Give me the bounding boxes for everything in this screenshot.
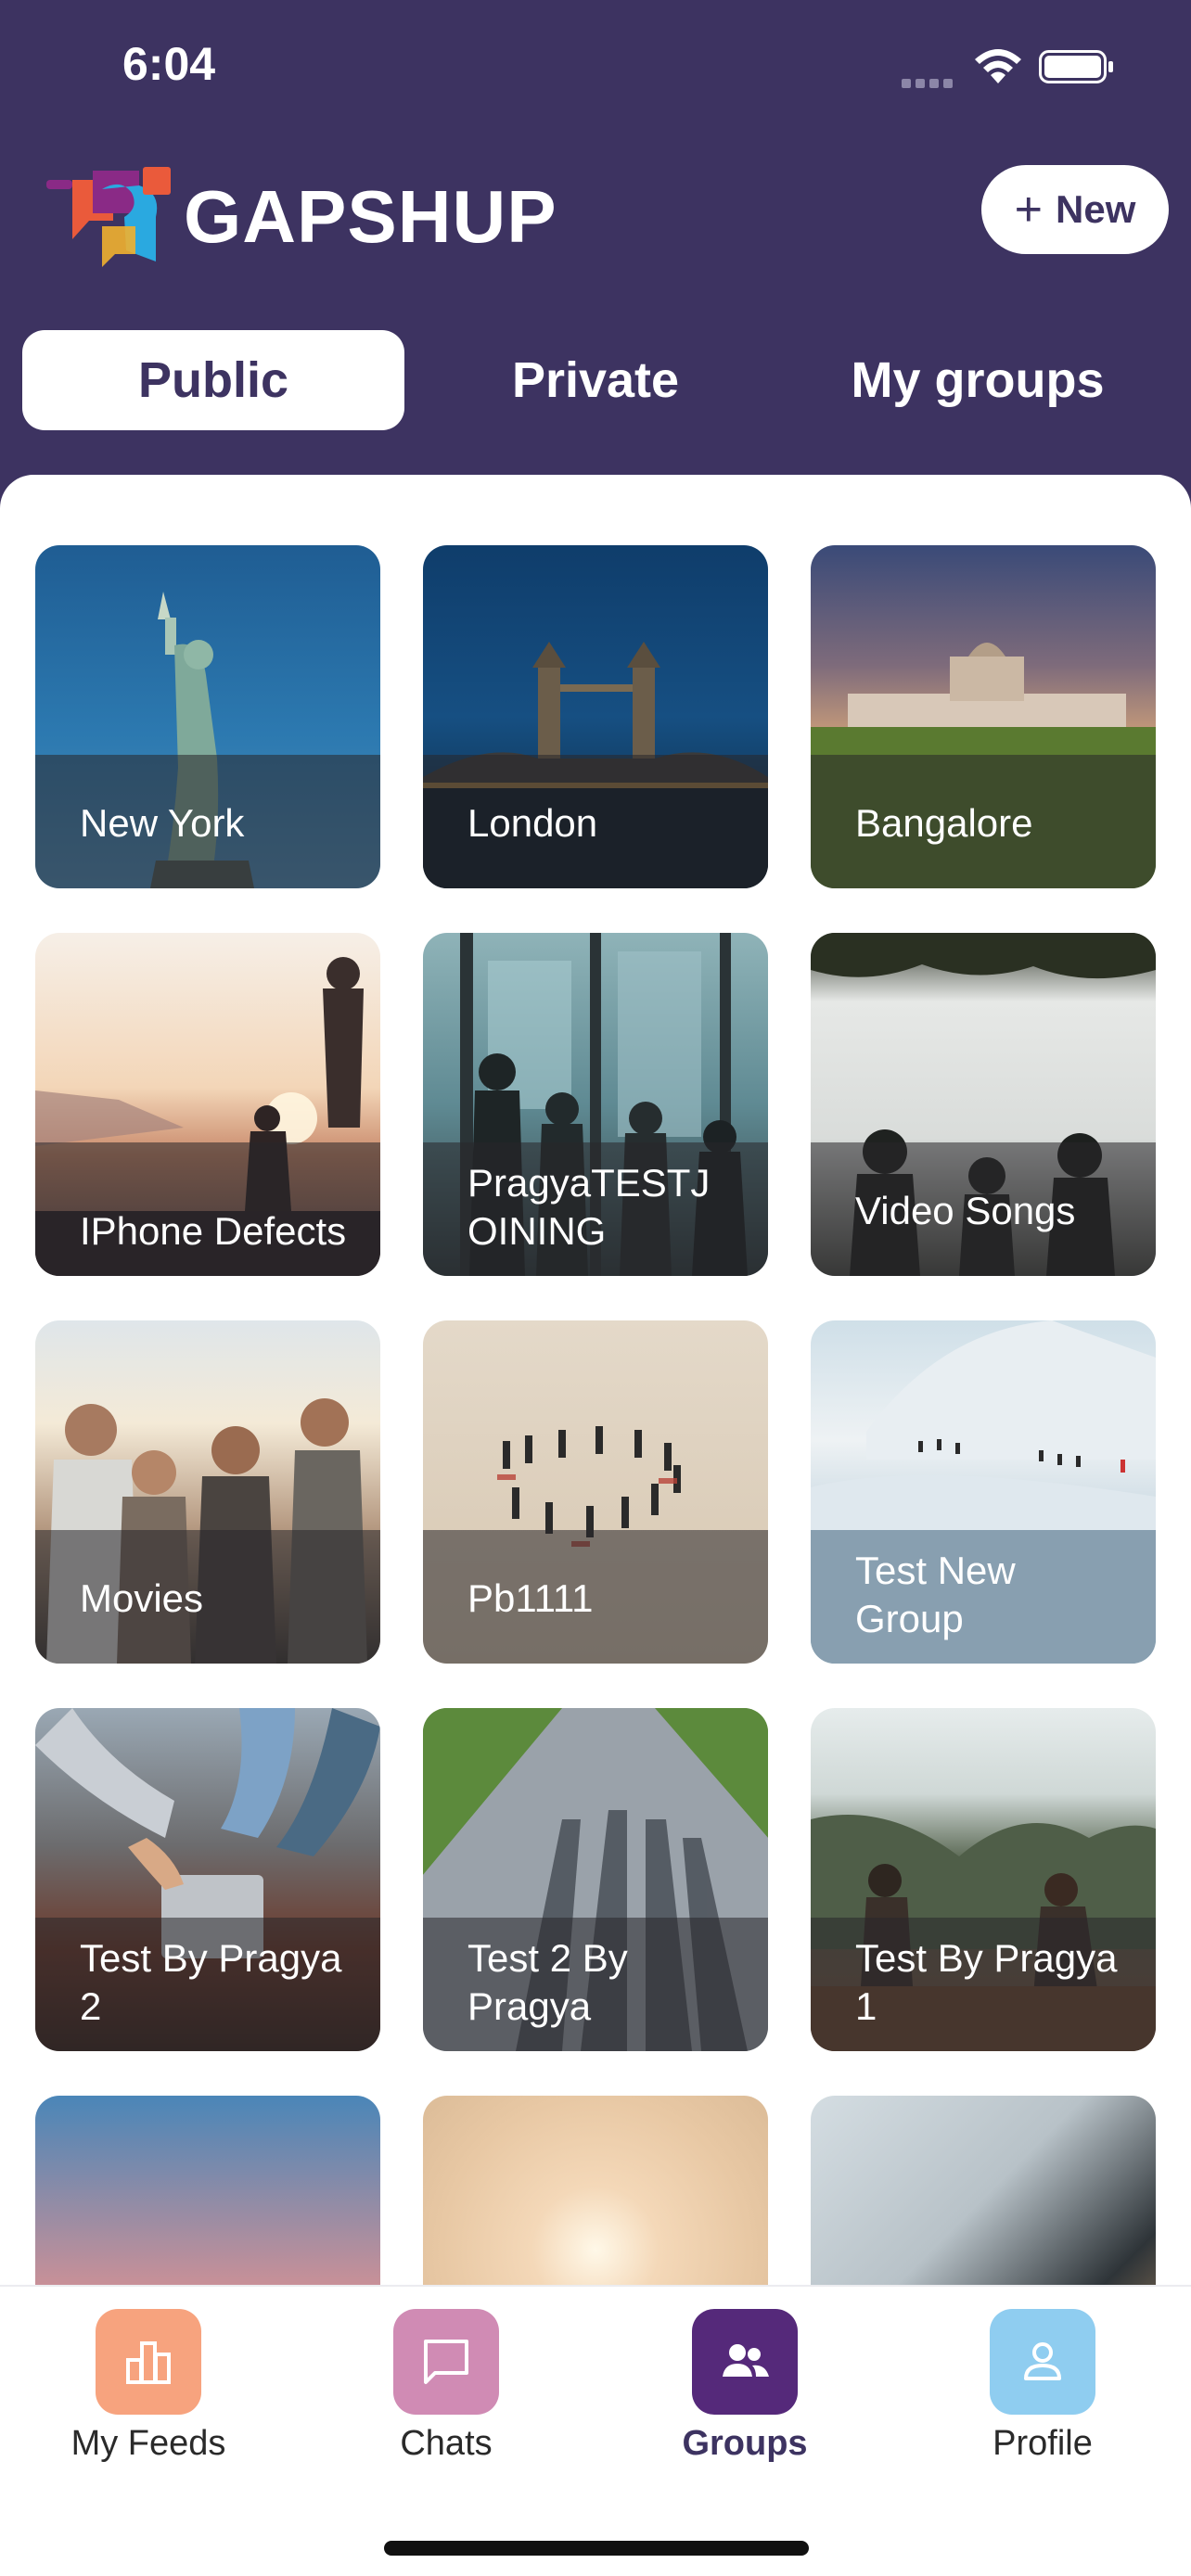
group-tile-test-new-group[interactable]: Test New Group (811, 1320, 1156, 1664)
group-tile-bangalore[interactable]: Bangalore (811, 545, 1156, 888)
group-tabs: Public Private My groups (0, 330, 1191, 432)
plus-icon: + (1014, 183, 1043, 236)
tab-my-groups[interactable]: My groups (787, 330, 1169, 430)
group-name: Bangalore (855, 801, 1033, 845)
nav-label: My Feeds (70, 2424, 226, 2463)
group-name: Video Songs (855, 1189, 1076, 1232)
group-tile-test-by-pragya-2[interactable]: Test By Pragya 2 (35, 1708, 380, 2051)
chat-bubble-icon (424, 2340, 468, 2384)
nav-groups[interactable]: Groups (652, 2309, 838, 2464)
new-group-button[interactable]: + New (981, 165, 1169, 254)
wifi-icon (975, 49, 1021, 83)
nav-label: Groups (682, 2424, 808, 2463)
person-icon (1024, 2342, 1061, 2380)
group-name: Test By Pragya 2 (80, 1936, 342, 2028)
group-tile-movies[interactable]: Movies (35, 1320, 380, 1664)
new-button-label: New (1056, 187, 1136, 231)
group-tile-video-songs[interactable]: Video Songs (811, 933, 1156, 1276)
bottom-navigation: My Feeds Chats Groups Profile (0, 2285, 1191, 2576)
group-tile-test-by-pragya-1[interactable]: Test By Pragya 1 (811, 1708, 1156, 2051)
group-tile-5-1[interactable] (35, 2096, 380, 2285)
gapshup-logo-icon (46, 167, 171, 267)
groups-content: New York London Bangalore IPhone Defects… (0, 475, 1191, 2285)
group-tile-iphone-defects[interactable]: IPhone Defects (35, 933, 380, 1276)
status-bar: 6:04 (0, 0, 1191, 139)
brand-name: GAPSHUP (184, 175, 557, 258)
group-name: PragyaTESTJOINING (467, 1161, 711, 1253)
nav-profile[interactable]: Profile (950, 2309, 1135, 2464)
group-name: Test New Group (855, 1549, 1016, 1640)
app-header: GAPSHUP + New (0, 148, 1191, 287)
status-time: 6:04 (122, 38, 216, 90)
group-tile-pb1111[interactable]: Pb1111 (423, 1320, 768, 1664)
group-name: Movies (80, 1576, 204, 1620)
group-tile-new-york[interactable]: New York (35, 545, 380, 888)
tab-private[interactable]: Private (404, 330, 787, 430)
cellular-signal-icon (902, 76, 957, 88)
group-tile-test-2-by-pragya[interactable]: Test 2 By Pragya (423, 1708, 768, 2051)
group-name: IPhone Defects (80, 1209, 347, 1253)
group-tile-pragyatestjoining[interactable]: PragyaTESTJOINING (423, 933, 768, 1276)
people-icon (723, 2344, 769, 2377)
battery-icon (1039, 50, 1113, 83)
group-tile-london[interactable]: London (423, 545, 768, 888)
group-tile-5-2[interactable] (423, 2096, 768, 2285)
bar-chart-icon (126, 2341, 171, 2384)
nav-my-feeds[interactable]: My Feeds (56, 2309, 241, 2464)
group-name: Pb1111 (467, 1576, 594, 1620)
group-name: Test By Pragya 1 (855, 1936, 1118, 2028)
group-name: London (467, 801, 598, 845)
nav-label: Chats (400, 2424, 493, 2463)
nav-label: Profile (992, 2424, 1093, 2463)
nav-chats[interactable]: Chats (353, 2309, 539, 2464)
group-name: Test 2 By Pragya (467, 1936, 628, 2028)
group-tile-5-3[interactable] (811, 2096, 1156, 2285)
home-indicator[interactable] (384, 2541, 809, 2556)
tab-public[interactable]: Public (22, 330, 404, 430)
group-name: New York (80, 801, 245, 845)
